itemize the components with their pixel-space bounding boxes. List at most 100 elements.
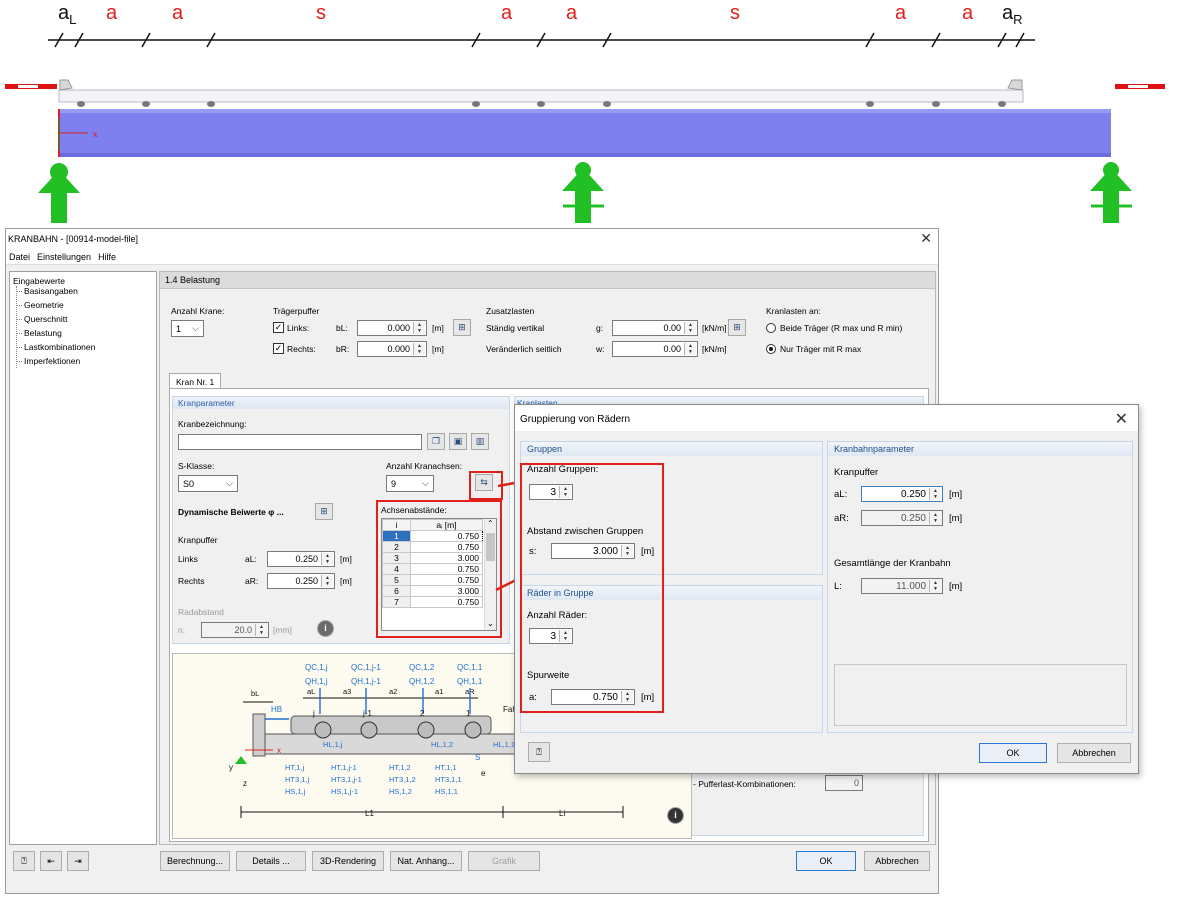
achsenabstaende-label: Achsenabstände: <box>381 505 447 515</box>
import-button[interactable]: ⇤ <box>40 851 62 871</box>
support-left <box>38 163 80 223</box>
kranbahnparameter-group: Kranbahnparameter Kranpuffer aL: 0.250 ▲ ▼… <box>827 441 1133 733</box>
table-row[interactable]: 3 3.000 <box>382 552 483 564</box>
bR-input[interactable]: 0.000 ▲ ▼ <box>357 341 427 357</box>
nat-anhang-button[interactable]: Nat. Anhang... <box>390 851 462 871</box>
chevron-down-icon: ⌄ <box>487 619 494 628</box>
menu-datei[interactable]: Datei <box>6 249 34 262</box>
table-row[interactable]: 1 0.750 <box>382 530 483 542</box>
sklasse-select[interactable]: S0 ⌵ <box>178 475 238 492</box>
abstand-s-input[interactable]: 3.000 ▲ ▼ <box>551 543 635 559</box>
chevron-down-icon: ⌵ <box>226 478 233 488</box>
help-button[interactable]: ⍰ <box>13 851 35 871</box>
beam-drawing-svg: x <box>5 32 1165 223</box>
aR-input[interactable]: 0.250 ▲ ▼ <box>267 573 335 589</box>
tree-item-geometrie[interactable]: Geometrie <box>16 300 64 310</box>
details-button[interactable]: Details ... <box>236 851 306 871</box>
anzahl-raeder-input[interactable]: 3 ▲ ▼ <box>529 628 573 644</box>
svg-text:HL,1,1: HL,1,1 <box>493 740 515 749</box>
nur-traeger-radio[interactable] <box>766 344 776 354</box>
rechts-checkbox[interactable]: ✓ <box>273 343 284 354</box>
svg-text:HT,1,1: HT,1,1 <box>435 763 457 772</box>
puffer-library-button[interactable]: ⊞ <box>453 319 471 336</box>
rendering-button[interactable]: 3D-Rendering <box>312 851 384 871</box>
tree-root[interactable]: Eingabewerte <box>13 276 65 286</box>
dialog-help-button[interactable]: ⍰ <box>528 742 550 762</box>
tree-item-basisangaben[interactable]: Basisangaben <box>16 286 78 296</box>
svg-text:QC,1,1: QC,1,1 <box>457 663 483 672</box>
table-row[interactable]: 5 0.750 <box>382 574 483 586</box>
grafik-button[interactable]: Grafik <box>468 851 540 871</box>
tab-kran-1[interactable]: Kran Nr. 1 <box>169 373 222 389</box>
bL-input[interactable]: 0.000 ▲ ▼ <box>357 320 427 336</box>
menu-einstellungen[interactable]: Einstellungen <box>34 249 95 262</box>
svg-text:HT,1,2: HT,1,2 <box>389 763 411 772</box>
svg-text:2: 2 <box>420 709 425 718</box>
kranbahn-aR-input[interactable]: 0.250 ▲ ▼ <box>861 510 943 526</box>
library-icon[interactable]: ▥ <box>471 433 489 450</box>
crane-beam <box>58 109 1111 157</box>
tree-item-belastung[interactable]: Belastung <box>16 328 62 338</box>
kranachsen-select[interactable]: 9 ⌵ <box>386 475 434 492</box>
kranbahn-aL-input[interactable]: 0.250 ▲ ▼ <box>861 486 943 502</box>
svg-text:S: S <box>475 753 480 762</box>
support-middle <box>562 162 604 223</box>
w-input[interactable]: 0.00 ▲ ▼ <box>612 341 698 357</box>
table-row[interactable]: 2 0.750 <box>382 541 483 553</box>
cancel-button[interactable]: Abbrechen <box>864 851 930 871</box>
close-icon[interactable]: ✕ <box>920 230 932 247</box>
g-input[interactable]: 0.00 ▲ ▼ <box>612 320 698 336</box>
svg-text:HL,1,2: HL,1,2 <box>431 740 453 749</box>
svg-text:aL: aL <box>307 687 315 696</box>
dialog-ok-button[interactable]: OK <box>979 743 1047 763</box>
section-header: 1.4 Belastung <box>160 272 935 289</box>
info-icon[interactable]: i <box>667 807 684 824</box>
gesamtlaenge-input[interactable]: 11.000 ▲ ▼ <box>861 578 943 594</box>
close-icon[interactable]: ✕ <box>1115 409 1128 429</box>
dialog-cancel-button[interactable]: Abbrechen <box>1057 743 1131 763</box>
tree-item-lastkombinationen[interactable]: Lastkombinationen <box>15 342 95 352</box>
dialog-title-bar: Gruppierung von Rädern ✕ <box>515 405 1138 431</box>
svg-text:j: j <box>312 709 315 718</box>
radabstand-input[interactable]: 20.0 ▲ ▼ <box>201 622 269 638</box>
info-icon[interactable]: i <box>317 620 334 637</box>
svg-text:j-1: j-1 <box>362 709 372 718</box>
bL-symbol: bL: <box>336 323 348 333</box>
ok-button[interactable]: OK <box>796 851 856 871</box>
dynamic-factors-button[interactable]: ⊞ <box>315 503 333 520</box>
bR-symbol: bR: <box>336 344 350 354</box>
traegerpuffer-label: Trägerpuffer <box>273 306 320 316</box>
menu-hilfe[interactable]: Hilfe <box>95 249 120 262</box>
beide-traeger-radio[interactable] <box>766 323 776 333</box>
table-row[interactable]: 7 0.750 <box>382 596 483 608</box>
table-row[interactable]: 6 3.000 <box>382 585 483 597</box>
copy-icon[interactable]: ❐ <box>427 433 445 450</box>
links-checkbox[interactable]: ✓ <box>273 322 284 333</box>
aL-input[interactable]: 0.250 ▲ ▼ <box>267 551 335 567</box>
save-icon[interactable]: ▣ <box>449 433 467 450</box>
achsenabstaende-grid[interactable]: i aᵢ [m] 1 0.750 2 0.750 3 3.000 4 0.750 5 0.7… <box>381 518 497 631</box>
svg-text:HS,1,2: HS,1,2 <box>389 787 412 796</box>
gruppierung-dialog: Gruppierung von Rädern ✕ Gruppen Anzahl … <box>514 404 1139 774</box>
anzahl-gruppen-input[interactable]: 3 ▲ ▼ <box>529 484 573 500</box>
zusatzlasten-library-button[interactable]: ⊞ <box>728 319 746 336</box>
svg-text:L1: L1 <box>365 809 374 818</box>
tree-item-imperfektionen[interactable]: Imperfektionen <box>15 356 80 366</box>
svg-text:QH,1,2: QH,1,2 <box>409 677 435 686</box>
anzahl-krane-select[interactable]: 1 ⌵ <box>171 320 204 337</box>
svg-text:HT,1,j-1: HT,1,j-1 <box>331 763 357 772</box>
svg-text:HL,1,j: HL,1,j <box>323 740 343 749</box>
kranbezeichnung-input[interactable] <box>178 434 422 450</box>
svg-text:bL: bL <box>251 689 259 698</box>
export-button[interactable]: ⇥ <box>67 851 89 871</box>
table-row[interactable]: 4 0.750 <box>382 563 483 575</box>
spurweite-input[interactable]: 0.750 ▲ ▼ <box>551 689 635 705</box>
zusatzlasten-label: Zusatzlasten <box>486 306 535 316</box>
berechnung-button[interactable]: Berechnung... <box>160 851 230 871</box>
svg-text:QH,1,1: QH,1,1 <box>457 677 483 686</box>
support-right <box>1090 162 1132 223</box>
svg-text:HT3,1,2: HT3,1,2 <box>389 775 416 784</box>
tree-item-querschnitt[interactable]: Querschnitt <box>15 314 67 324</box>
crane-bridge <box>58 89 1024 103</box>
dialog-title: Gruppierung von Rädern <box>520 414 631 425</box>
